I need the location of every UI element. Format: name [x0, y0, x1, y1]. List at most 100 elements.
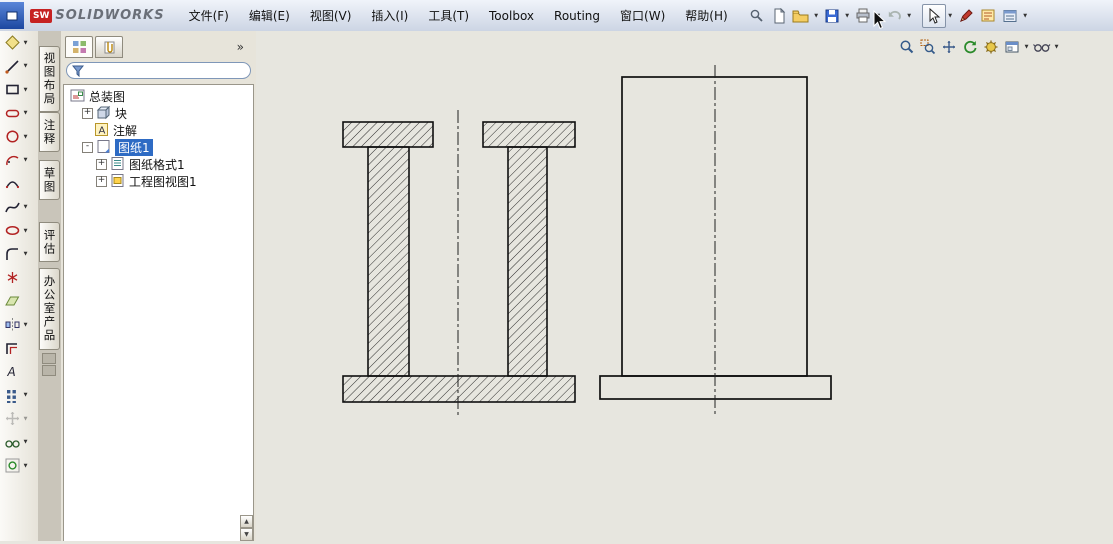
- drawing-sheet[interactable]: [256, 31, 1113, 541]
- convert-entities-icon[interactable]: [0, 290, 38, 314]
- collapsed-tab-icon[interactable]: [42, 365, 56, 376]
- mirror-entities-icon[interactable]: ▼: [0, 313, 38, 337]
- tree-row-block[interactable]: + 块: [64, 105, 253, 122]
- search-icon[interactable]: [746, 5, 768, 27]
- collapsed-tab-icon[interactable]: [42, 353, 56, 364]
- tree-row-root[interactable]: 总装图: [64, 88, 253, 105]
- move-entities-icon[interactable]: ▼: [0, 407, 38, 431]
- save-icon[interactable]: [821, 5, 843, 27]
- dropdown-icon[interactable]: ▼: [21, 251, 30, 257]
- dropdown-icon[interactable]: ▼: [21, 204, 30, 210]
- options-list-icon[interactable]: [999, 5, 1021, 27]
- dropdown-icon[interactable]: ▼: [21, 228, 30, 234]
- filter-input[interactable]: [84, 63, 250, 78]
- menu-toolbox[interactable]: Toolbox: [479, 5, 544, 27]
- print-icon[interactable]: [852, 5, 874, 27]
- open-dropdown-icon[interactable]: ▼: [812, 13, 821, 19]
- menu-view[interactable]: 视图(V): [300, 3, 362, 28]
- display-relations-icon[interactable]: ▼: [0, 431, 38, 455]
- dropdown-icon[interactable]: ▼: [21, 134, 30, 140]
- spline-icon[interactable]: ▼: [0, 196, 38, 220]
- block-icon: [96, 105, 111, 123]
- tree-row-sheet-format[interactable]: + 图纸格式1: [64, 156, 253, 173]
- dropdown-icon[interactable]: ▼: [21, 322, 30, 328]
- rectangle-icon[interactable]: ▼: [0, 78, 38, 102]
- menu-window[interactable]: 窗口(W): [610, 3, 675, 28]
- tree-row-annotations[interactable]: A 注解: [64, 122, 253, 139]
- panel-overflow-chevron[interactable]: »: [237, 40, 244, 54]
- slot-icon[interactable]: ▼: [0, 102, 38, 126]
- window-system-icon[interactable]: [0, 2, 24, 29]
- menu-routing[interactable]: Routing: [544, 5, 610, 27]
- open-icon[interactable]: [790, 5, 812, 27]
- tab-evaluate[interactable]: 评估: [39, 222, 60, 262]
- expand-icon[interactable]: +: [82, 108, 93, 119]
- zoom-area-icon[interactable]: [917, 36, 938, 57]
- menu-tools[interactable]: 工具(T): [418, 3, 479, 28]
- three-point-arc-icon[interactable]: [0, 172, 38, 196]
- tab-office-products[interactable]: 办公室产品: [39, 268, 60, 350]
- redraw-icon[interactable]: [959, 36, 980, 57]
- menubar: SW SOLIDWORKS 文件(F) 编辑(E) 视图(V) 插入(I) 工具…: [0, 0, 1113, 32]
- scroll-up-icon[interactable]: ▲: [240, 515, 253, 528]
- arc-icon[interactable]: ▼: [0, 149, 38, 173]
- panel-scrollbar[interactable]: ▲ ▼: [240, 515, 253, 541]
- options-dropdown-icon[interactable]: ▼: [1021, 13, 1030, 19]
- featuremanager-tree-tab[interactable]: [65, 36, 93, 58]
- fillet-icon[interactable]: ▼: [0, 243, 38, 267]
- dropdown-icon[interactable]: ▼: [21, 439, 30, 445]
- sheet-format-tree-icon: [110, 156, 125, 174]
- assembly-drawing-icon: [70, 88, 85, 106]
- svg-text:A: A: [7, 365, 16, 379]
- dropdown-icon[interactable]: ▼: [21, 416, 30, 422]
- dropdown-icon[interactable]: ▼: [21, 463, 30, 469]
- tab-view-layout[interactable]: 视图布局: [39, 46, 60, 112]
- menu-file[interactable]: 文件(F): [179, 3, 239, 28]
- menu-edit[interactable]: 编辑(E): [239, 3, 300, 28]
- ellipse-icon[interactable]: ▼: [0, 219, 38, 243]
- collapse-icon[interactable]: -: [82, 142, 93, 153]
- dropdown-icon[interactable]: ▼: [21, 87, 30, 93]
- sketch-text-icon[interactable]: A: [0, 360, 38, 384]
- dropdown-icon[interactable]: ▼: [21, 392, 30, 398]
- menu-insert[interactable]: 插入(I): [361, 3, 418, 28]
- pan-icon[interactable]: [938, 36, 959, 57]
- view-palette-dropdown-icon[interactable]: ▼: [1022, 44, 1031, 50]
- scroll-down-icon[interactable]: ▼: [240, 528, 253, 541]
- select-tool-dropdown-icon[interactable]: ▼: [946, 13, 955, 19]
- offset-entities-icon[interactable]: [0, 337, 38, 361]
- tree-row-sheet[interactable]: - 图纸1: [64, 139, 253, 156]
- dropdown-icon[interactable]: ▼: [21, 157, 30, 163]
- dropdown-icon[interactable]: ▼: [21, 40, 30, 46]
- line-icon[interactable]: ▼: [0, 55, 38, 79]
- svg-text:A: A: [99, 125, 106, 136]
- sheet-format-icon[interactable]: [977, 5, 999, 27]
- expand-icon[interactable]: +: [96, 159, 107, 170]
- expand-icon[interactable]: +: [96, 176, 107, 187]
- propertymanager-tab[interactable]: [95, 36, 123, 58]
- undo-dropdown-icon[interactable]: ▼: [905, 13, 914, 19]
- update-sheet-icon[interactable]: [980, 36, 1001, 57]
- new-document-icon[interactable]: [768, 5, 790, 27]
- tree-label: 工程图视图1: [129, 175, 197, 189]
- view-palette-icon[interactable]: [1001, 36, 1022, 57]
- menu-help[interactable]: 帮助(H): [675, 3, 737, 28]
- repair-sketch-icon[interactable]: ▼: [0, 454, 38, 478]
- circle-icon[interactable]: ▼: [0, 125, 38, 149]
- point-icon[interactable]: [0, 266, 38, 290]
- zoom-fit-icon[interactable]: [896, 36, 917, 57]
- smart-dimension-icon[interactable]: ▼: [0, 31, 38, 55]
- filter-box[interactable]: [66, 62, 251, 79]
- graphics-area[interactable]: ▼ ▼: [256, 31, 1113, 541]
- tree-row-drawing-view[interactable]: + 工程图视图1: [64, 173, 253, 190]
- sketch-pen-icon[interactable]: [955, 5, 977, 27]
- dropdown-icon[interactable]: ▼: [21, 110, 30, 116]
- select-tool-icon[interactable]: [921, 3, 946, 28]
- linear-pattern-icon[interactable]: ▼: [0, 384, 38, 408]
- display-style-icon[interactable]: [1031, 36, 1052, 57]
- tab-sketch[interactable]: 草图: [39, 160, 60, 200]
- dropdown-icon[interactable]: ▼: [21, 63, 30, 69]
- tab-annotation[interactable]: 注释: [39, 112, 60, 152]
- display-style-dropdown-icon[interactable]: ▼: [1052, 44, 1061, 50]
- save-dropdown-icon[interactable]: ▼: [843, 13, 852, 19]
